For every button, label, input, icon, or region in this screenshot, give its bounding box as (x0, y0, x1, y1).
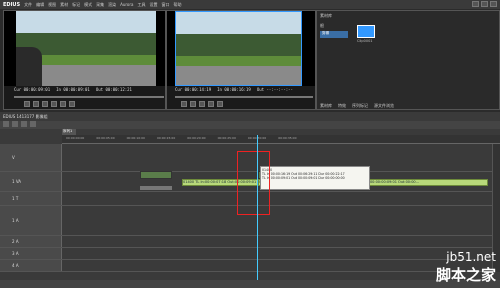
menu-capture[interactable]: 采集 (96, 2, 104, 8)
rec-stop-button[interactable] (190, 101, 196, 107)
menu-tools[interactable]: 工具 (137, 2, 145, 8)
tool-button[interactable] (3, 121, 9, 127)
player-video-frame (16, 11, 156, 86)
rec-forward-button[interactable] (208, 101, 214, 107)
player-screen (4, 11, 165, 86)
track-header[interactable]: 1 A (0, 206, 62, 235)
ruler-tick: 00:00:20:00 (187, 136, 206, 140)
menu-help[interactable]: 帮助 (173, 2, 181, 8)
track-header[interactable]: 2 A (0, 236, 62, 247)
bin-clip-title[interactable]: 剪辑 (320, 31, 348, 38)
stop-button[interactable] (33, 101, 39, 107)
bin-tabs: 素材库 特效 序列标记 源文件浏览 (317, 103, 500, 110)
playhead[interactable] (257, 135, 258, 288)
ruler-tick: 00:00:00:00 (66, 136, 85, 140)
ruler-tick: 00:00:05:00 (96, 136, 115, 140)
player-controls (24, 101, 75, 107)
bin-clip-label: Clip0001 (357, 39, 373, 43)
menu-view[interactable]: 视图 (48, 2, 56, 8)
clip-thumbnail[interactable] (140, 171, 172, 179)
rec-mark-in-button[interactable] (217, 101, 223, 107)
watermark: jb51.net 脚本之家 (436, 250, 496, 285)
timeline-project-title: EDIUS 1413177 影像组 (3, 114, 48, 119)
rewind-button[interactable] (42, 101, 48, 107)
player-out-tc: Out 00:00:12:21 (95, 87, 132, 92)
menu-aurora[interactable]: Aurora (120, 2, 133, 7)
menu-clip[interactable]: 素材 (60, 2, 68, 8)
track-header[interactable]: 1 VA (0, 172, 62, 191)
recorder-monitor: Cur 00:00:14:19 In 00:00:16:19 Out --:--… (166, 10, 316, 110)
bin-folder-root[interactable]: 根 (320, 23, 324, 29)
forward-button[interactable] (51, 101, 57, 107)
menu-file[interactable]: 文件 (24, 2, 32, 8)
bin-clip-thumbnail[interactable] (357, 25, 375, 38)
tab-source-browser[interactable]: 源文件浏览 (371, 103, 397, 110)
track-4a: 4 A (0, 260, 500, 272)
menu-window[interactable]: 窗口 (161, 2, 169, 8)
tooltip-line: TL In 00:00:09:01 Out 00:00:09:01 Dur 00… (262, 176, 345, 180)
track-header[interactable]: V (0, 144, 62, 171)
ruler-tick: 00:00:15:00 (156, 136, 176, 140)
clip-info-tooltip: 01400 TL In 00:00:16:19 Out 00:06:29:11 … (260, 166, 370, 190)
mark-in-button[interactable] (60, 101, 66, 107)
highlight-box (237, 151, 270, 215)
player-scrubber[interactable] (14, 96, 164, 98)
bin-panel: 素材库 根 剪辑 Clip0001 素材库 特效 序列标记 源文件浏览 (316, 10, 500, 110)
recorder-cur-tc: Cur 00:00:14:19 (175, 87, 212, 92)
tab-effects[interactable]: 特效 (335, 103, 349, 110)
menu-render[interactable]: 渲染 (108, 2, 116, 8)
timeline-toolbar (0, 121, 500, 129)
tool-button[interactable] (12, 121, 18, 127)
timeline-panel: EDIUS 1413177 影像组 序列1 00:00:00:00 00:00:… (0, 112, 500, 288)
maximize-button[interactable] (481, 1, 488, 7)
ruler-tick: 00:00:25:00 (217, 136, 236, 140)
tool-button[interactable] (21, 121, 27, 127)
menu-settings[interactable]: 设置 (149, 2, 157, 8)
window-controls (472, 1, 497, 7)
player-timecode-bar: Cur 00:00:09:01 In 00:00:09:01 Out 00:00… (14, 87, 132, 92)
watermark-cn: 脚本之家 (435, 266, 496, 284)
tab-sequence-markers[interactable]: 序列标记 (349, 103, 371, 110)
recorder-in-tc: In 00:00:16:19 (217, 87, 251, 92)
minimize-button[interactable] (472, 1, 479, 7)
menu-bar: EDIUS 文件 编辑 视图 素材 标记 模式 采集 渲染 Aurora 工具 … (0, 0, 500, 9)
rec-play-button[interactable] (181, 101, 187, 107)
tool-button[interactable] (30, 121, 36, 127)
player-monitor: Cur 00:00:09:01 In 00:00:09:01 Out 00:00… (3, 10, 166, 110)
recorder-controls (181, 101, 223, 107)
track-header[interactable]: 3 A (0, 248, 62, 259)
timeline-ruler[interactable]: 00:00:00:00 00:00:05:00 00:00:10:00 00:0… (62, 135, 500, 144)
close-button[interactable] (490, 1, 497, 7)
menu-mode[interactable]: 模式 (84, 2, 92, 8)
rec-rewind-button[interactable] (199, 101, 205, 107)
ruler-tick: 00:00:10:00 (126, 136, 145, 140)
tab-bin[interactable]: 素材库 (317, 103, 335, 110)
recorder-timecode-bar: Cur 00:00:14:19 In 00:00:16:19 Out --:--… (175, 87, 293, 92)
track-2a: 2 A (0, 236, 500, 248)
player-cur-tc: Cur 00:00:09:01 (14, 87, 51, 92)
app-logo: EDIUS (3, 1, 21, 8)
track-header[interactable]: 4 A (0, 260, 62, 271)
recorder-out-tc: Out --:--:--:-- (256, 87, 293, 92)
watermark-site: jb51.net (446, 250, 496, 264)
recorder-scrubber[interactable] (175, 96, 313, 98)
recorder-video-frame (175, 11, 302, 86)
track-header[interactable]: 1 T (0, 192, 62, 205)
recorder-screen (167, 11, 315, 86)
player-in-tc: In 00:00:09:01 (56, 87, 90, 92)
menu-mark[interactable]: 标记 (72, 2, 80, 8)
menu-edit[interactable]: 编辑 (36, 2, 44, 8)
status-bar (0, 280, 500, 288)
clip-audio-bar[interactable] (140, 186, 172, 190)
track-3a: 3 A (0, 248, 500, 260)
mark-out-button[interactable] (69, 101, 75, 107)
ruler-tick: 00:00:35:00 (278, 136, 297, 140)
play-button[interactable] (24, 101, 30, 107)
bin-title: 素材库 (320, 13, 332, 18)
